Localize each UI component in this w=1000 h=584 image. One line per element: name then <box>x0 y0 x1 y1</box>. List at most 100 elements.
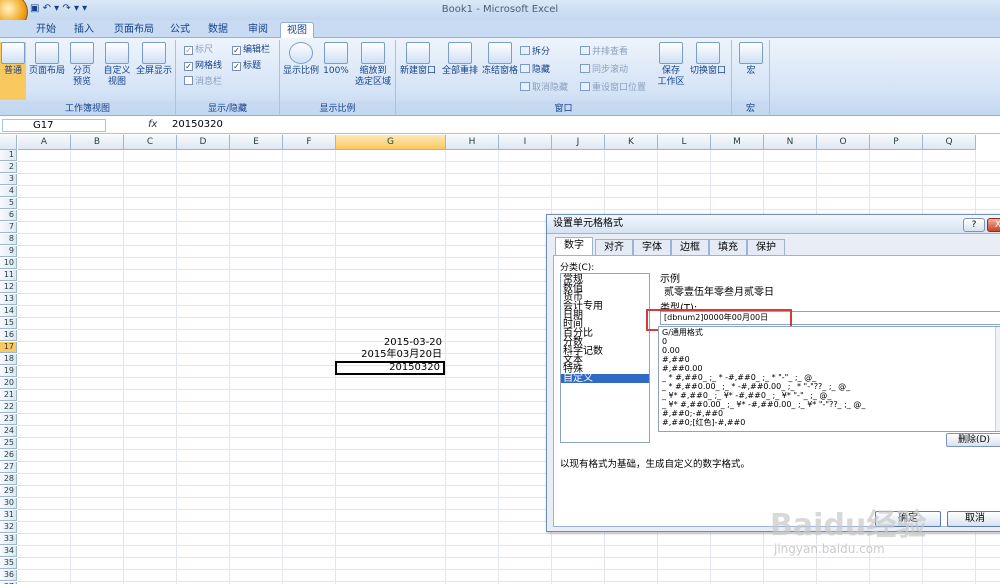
format-item[interactable]: #,##0;[红色]-#,##0 <box>662 418 745 427</box>
cell-g16[interactable]: 2015年03月20日 <box>335 349 445 360</box>
column-header-f[interactable]: F <box>283 135 336 150</box>
cancel-button[interactable]: 取消 <box>947 511 1000 527</box>
row-header-17[interactable]: 17 <box>0 342 17 353</box>
column-header-i[interactable]: I <box>499 135 552 150</box>
row-header-25[interactable]: 25 <box>0 438 17 449</box>
format-item[interactable]: _ ¥* #,##0.00_ ;_ ¥* -#,##0.00_ ;_ ¥* "-… <box>662 400 865 409</box>
save-workspace-button[interactable]: 保存 工作区 <box>654 42 688 88</box>
format-item[interactable]: _ ¥* #,##0_ ;_ ¥* -#,##0_ ;_ ¥* "-"_ ;_ … <box>662 391 831 400</box>
row-header-27[interactable]: 27 <box>0 462 17 473</box>
column-header-j[interactable]: J <box>552 135 605 150</box>
format-item[interactable]: #,##0.00 <box>662 364 702 373</box>
tab-protection[interactable]: 保护 <box>747 239 785 255</box>
zoom-button[interactable]: 显示比例 <box>282 42 320 77</box>
column-header-p[interactable]: P <box>870 135 923 150</box>
tab-review[interactable]: 审阅 <box>242 22 274 38</box>
tab-data[interactable]: 数据 <box>202 22 234 38</box>
normal-view-button[interactable]: 普通 <box>0 42 26 100</box>
row-header-5[interactable]: 5 <box>0 198 17 209</box>
tab-insert[interactable]: 插入 <box>68 22 100 38</box>
insert-function-icon[interactable]: fx <box>148 119 157 130</box>
full-screen-button[interactable]: 全屏显示 <box>134 42 174 77</box>
ruler-checkbox[interactable]: ✓ 标尺 <box>184 44 213 57</box>
tab-formulas[interactable]: 公式 <box>164 22 196 38</box>
column-header-m[interactable]: M <box>711 135 764 150</box>
tab-page-layout[interactable]: 页面布局 <box>108 22 160 38</box>
row-header-24[interactable]: 24 <box>0 426 17 437</box>
format-item[interactable]: G/通用格式 <box>662 328 703 337</box>
select-all-corner[interactable] <box>0 135 17 150</box>
column-header-q[interactable]: Q <box>923 135 976 150</box>
column-header-a[interactable]: A <box>18 135 71 150</box>
custom-views-button[interactable]: 自定义 视图 <box>100 42 134 88</box>
row-header-15[interactable]: 15 <box>0 318 17 329</box>
page-layout-view-button[interactable]: 页面布局 <box>28 42 66 77</box>
format-code-list[interactable]: G/通用格式 0 0.00 #,##0 #,##0.00 _ * #,##0_ … <box>658 326 1000 432</box>
row-header-7[interactable]: 7 <box>0 222 17 233</box>
format-item[interactable]: #,##0 <box>662 355 690 364</box>
row-header-12[interactable]: 12 <box>0 282 17 293</box>
reset-window-position-button[interactable]: 重设窗口位置 <box>580 82 646 95</box>
row-header-10[interactable]: 10 <box>0 258 17 269</box>
format-item[interactable]: 0 <box>662 337 667 346</box>
row-header-23[interactable]: 23 <box>0 414 17 425</box>
column-header-o[interactable]: O <box>817 135 870 150</box>
row-header-21[interactable]: 21 <box>0 390 17 401</box>
tab-font[interactable]: 字体 <box>633 239 671 255</box>
column-header-c[interactable]: C <box>124 135 177 150</box>
switch-windows-button[interactable]: 切换窗口 <box>688 42 728 77</box>
tab-view[interactable]: 视图 <box>280 22 314 38</box>
row-header-16[interactable]: 16 <box>0 330 17 341</box>
arrange-all-button[interactable]: 全部重排 <box>440 42 480 77</box>
row-header-30[interactable]: 30 <box>0 498 17 509</box>
cell-g15[interactable]: 2015-03-20 <box>335 337 445 348</box>
headings-checkbox[interactable]: ✓ 标题 <box>232 60 261 73</box>
row-header-33[interactable]: 33 <box>0 534 17 545</box>
format-item[interactable]: _ * #,##0_ ;_ * -#,##0_ ;_ * "-"_ ;_ @_ <box>662 373 816 382</box>
page-break-preview-button[interactable]: 分页 预览 <box>68 42 96 88</box>
freeze-panes-button[interactable]: 冻结窗格 <box>480 42 520 77</box>
row-header-4[interactable]: 4 <box>0 186 17 197</box>
category-item-selected[interactable]: 自定义 <box>561 374 649 384</box>
formula-input[interactable]: 20150320 <box>172 119 223 130</box>
cell-g17[interactable]: 20150320 <box>335 361 445 375</box>
row-header-19[interactable]: 19 <box>0 366 17 377</box>
row-header-26[interactable]: 26 <box>0 450 17 461</box>
row-header-32[interactable]: 32 <box>0 522 17 533</box>
format-item[interactable]: #,##0;-#,##0 <box>662 409 723 418</box>
row-header-36[interactable]: 36 <box>0 570 17 581</box>
row-header-35[interactable]: 35 <box>0 558 17 569</box>
row-header-20[interactable]: 20 <box>0 378 17 389</box>
tab-number[interactable]: 数字 <box>555 237 593 256</box>
new-window-button[interactable]: 新建窗口 <box>398 42 438 77</box>
row-header-18[interactable]: 18 <box>0 354 17 365</box>
zoom-to-selection-button[interactable]: 缩放到 选定区域 <box>352 42 394 88</box>
column-header-k[interactable]: K <box>605 135 658 150</box>
category-list[interactable]: 常规 数值 货币 会计专用 日期 时间 百分比 分数 科学记数 文本 特殊 自定… <box>560 273 650 443</box>
tab-fill[interactable]: 填充 <box>709 239 747 255</box>
row-header-13[interactable]: 13 <box>0 294 17 305</box>
column-header-b[interactable]: B <box>71 135 124 150</box>
row-header-29[interactable]: 29 <box>0 486 17 497</box>
format-item[interactable]: 0.00 <box>662 346 680 355</box>
column-header-l[interactable]: L <box>658 135 711 150</box>
row-header-8[interactable]: 8 <box>0 234 17 245</box>
quick-access-toolbar[interactable]: ▣ ↶ ▾ ↷ ▾ ▾ <box>30 3 87 14</box>
gridlines-checkbox[interactable]: ✓ 网格线 <box>184 60 222 73</box>
format-list-scrollbar[interactable] <box>995 327 1000 431</box>
row-header-2[interactable]: 2 <box>0 162 17 173</box>
view-side-by-side-button[interactable]: 并排查看 <box>580 46 628 59</box>
column-header-e[interactable]: E <box>230 135 283 150</box>
name-box[interactable]: G17 <box>2 119 106 132</box>
delete-format-button[interactable]: 删除(D) <box>946 433 1000 447</box>
row-header-6[interactable]: 6 <box>0 210 17 221</box>
close-button[interactable]: X <box>987 218 1000 232</box>
column-header-g[interactable]: G <box>336 135 446 150</box>
format-item[interactable]: _ * #,##0.00_ ;_ * -#,##0.00_ ;_ * "-"??… <box>662 382 850 391</box>
hide-button[interactable]: 隐藏 <box>520 64 550 77</box>
row-header-9[interactable]: 9 <box>0 246 17 257</box>
tab-home[interactable]: 开始 <box>30 22 62 38</box>
row-header-3[interactable]: 3 <box>0 174 17 185</box>
message-bar-checkbox[interactable]: 消息栏 <box>184 76 222 89</box>
row-header-1[interactable]: 1 <box>0 150 17 161</box>
